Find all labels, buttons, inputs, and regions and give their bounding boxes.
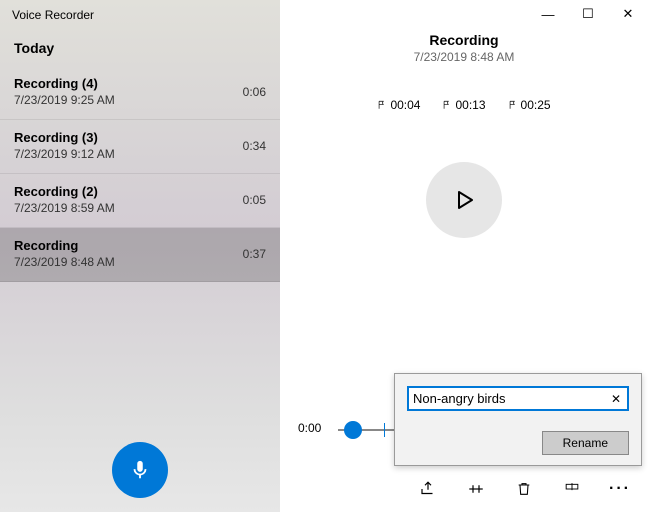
recording-item-datetime: 7/23/2019 9:12 AM <box>14 147 115 161</box>
main-panel: — ☐ ✕ Recording 7/23/2019 8:48 AM 00:040… <box>280 0 648 512</box>
sidebar: Voice Recorder Today Recording (4) 7/23/2… <box>0 0 280 512</box>
recording-item[interactable]: Recording (3) 7/23/2019 9:12 AM 0:34 <box>0 120 280 174</box>
recording-item-datetime: 7/23/2019 8:48 AM <box>14 255 115 269</box>
rename-button[interactable]: Rename <box>542 431 629 455</box>
recording-item-title: Recording (4) <box>14 76 115 91</box>
recording-item-title: Recording (3) <box>14 130 115 145</box>
bottom-toolbar: ··· <box>280 466 648 512</box>
microphone-icon <box>129 459 151 481</box>
more-icon[interactable]: ··· <box>610 479 630 499</box>
timeline-current-time: 0:00 <box>298 421 321 435</box>
recording-item-duration: 0:05 <box>243 193 266 207</box>
recording-item-title: Recording (2) <box>14 184 115 199</box>
recording-item[interactable]: Recording 7/23/2019 8:48 AM 0:37 <box>0 228 280 282</box>
recording-title: Recording <box>280 32 648 48</box>
recording-item-duration: 0:06 <box>243 85 266 99</box>
marker[interactable]: 00:25 <box>508 98 551 112</box>
clear-input-icon[interactable]: ✕ <box>609 392 623 406</box>
app-title: Voice Recorder <box>0 0 280 26</box>
recording-item-datetime: 7/23/2019 8:59 AM <box>14 201 115 215</box>
recording-item-duration: 0:34 <box>243 139 266 153</box>
share-icon[interactable] <box>418 479 438 499</box>
minimize-button[interactable]: — <box>528 0 568 28</box>
record-button[interactable] <box>112 442 168 498</box>
rename-input-wrap: ✕ <box>407 386 629 411</box>
recording-item-title: Recording <box>14 238 115 253</box>
rename-icon[interactable] <box>562 479 582 499</box>
marker[interactable]: 00:13 <box>442 98 485 112</box>
close-button[interactable]: ✕ <box>608 0 648 28</box>
maximize-button[interactable]: ☐ <box>568 0 608 28</box>
trim-icon[interactable] <box>466 479 486 499</box>
recording-item[interactable]: Recording (4) 7/23/2019 9:25 AM 0:06 <box>0 66 280 120</box>
play-icon <box>452 188 476 212</box>
recording-header: Recording 7/23/2019 8:48 AM <box>280 32 648 64</box>
timeline-handle[interactable] <box>344 421 362 439</box>
recording-item-datetime: 7/23/2019 9:25 AM <box>14 93 115 107</box>
recording-datetime: 7/23/2019 8:48 AM <box>280 50 648 64</box>
recording-item-duration: 0:37 <box>243 247 266 261</box>
markers-row: 00:04 00:13 00:25 <box>280 98 648 112</box>
timeline-marker-tick <box>384 423 385 437</box>
delete-icon[interactable] <box>514 479 534 499</box>
rename-input[interactable] <box>413 391 609 406</box>
rename-popup: ✕ Rename <box>394 373 642 466</box>
play-button[interactable] <box>426 162 502 238</box>
window-controls: — ☐ ✕ <box>280 0 648 28</box>
marker[interactable]: 00:04 <box>377 98 420 112</box>
recording-item[interactable]: Recording (2) 7/23/2019 8:59 AM 0:05 <box>0 174 280 228</box>
section-header-today: Today <box>0 26 280 66</box>
